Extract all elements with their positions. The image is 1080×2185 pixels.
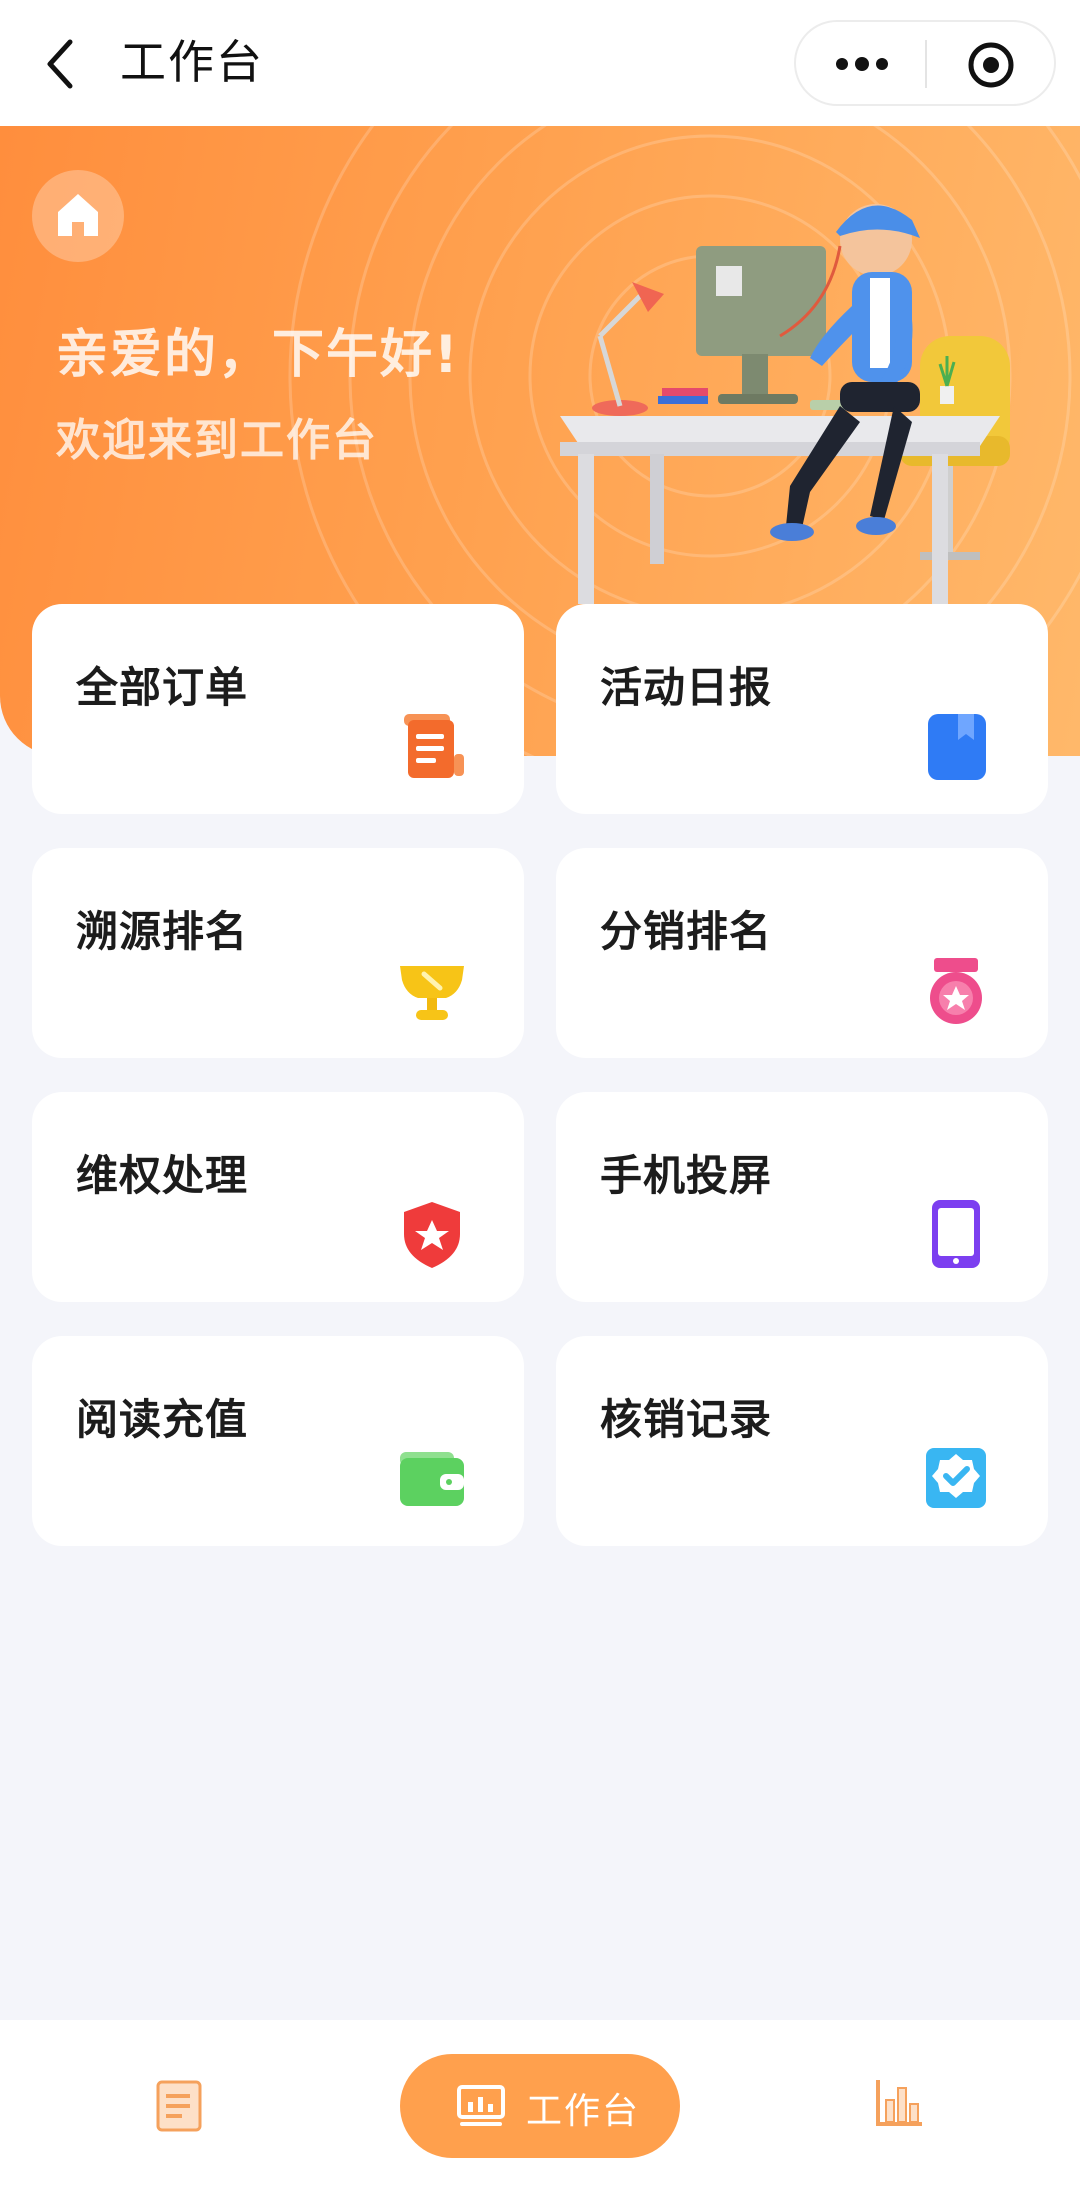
wallet-icon [400, 1452, 464, 1506]
monitor-chart-icon [457, 2085, 505, 2126]
card-label: 核销记录 [600, 1395, 773, 1444]
top-nav: 工作台 [0, 0, 1080, 126]
card-rights-handling[interactable]: 维权处理 [32, 1092, 524, 1302]
card-label: 手机投屏 [600, 1151, 773, 1200]
card-redemption-records[interactable]: 核销记录 [556, 1336, 1048, 1546]
target-circle-icon[interactable] [966, 40, 1016, 90]
card-reading-recharge[interactable]: 阅读充值 [32, 1336, 524, 1546]
tab-workbench[interactable]: 工作台 [400, 2054, 680, 2158]
bookmark-book-icon [928, 714, 986, 780]
card-label: 分销排名 [600, 907, 773, 956]
home-icon [58, 194, 98, 236]
tab-workbench-label: 工作台 [526, 2091, 641, 2132]
card-label: 全部订单 [76, 663, 249, 712]
capsule-divider [925, 40, 927, 88]
scroll-icon [404, 714, 464, 778]
verified-badge-icon [926, 1448, 986, 1508]
card-label: 维权处理 [76, 1151, 249, 1200]
shield-star-icon [404, 1202, 460, 1268]
trophy-icon [400, 966, 464, 1020]
more-dots-icon[interactable] [832, 50, 892, 78]
medal-icon [930, 958, 982, 1024]
phone-icon [932, 1200, 980, 1268]
desk-worker-illustration [560, 204, 1010, 604]
greeting-text: 亲爱的，下午好! [56, 325, 460, 385]
bottom-tab-bar: 工作台 [0, 2020, 1080, 2185]
card-label: 溯源排名 [76, 907, 249, 956]
mini-program-capsule [794, 20, 1056, 106]
card-phone-cast[interactable]: 手机投屏 [556, 1092, 1048, 1302]
chevron-left-icon[interactable] [38, 34, 82, 94]
card-distribution-ranking[interactable]: 分销排名 [556, 848, 1048, 1058]
document-icon[interactable] [154, 2080, 204, 2132]
card-all-orders[interactable]: 全部订单 [32, 604, 524, 814]
page-title: 工作台 [120, 35, 264, 89]
card-activity-daily[interactable]: 活动日报 [556, 604, 1048, 814]
card-label: 活动日报 [600, 663, 773, 712]
home-button[interactable] [32, 170, 124, 262]
card-label: 阅读充值 [76, 1395, 249, 1444]
bar-chart-icon[interactable] [872, 2078, 924, 2130]
card-trace-ranking[interactable]: 溯源排名 [32, 848, 524, 1058]
welcome-subtitle: 欢迎来到工作台 [56, 415, 378, 466]
